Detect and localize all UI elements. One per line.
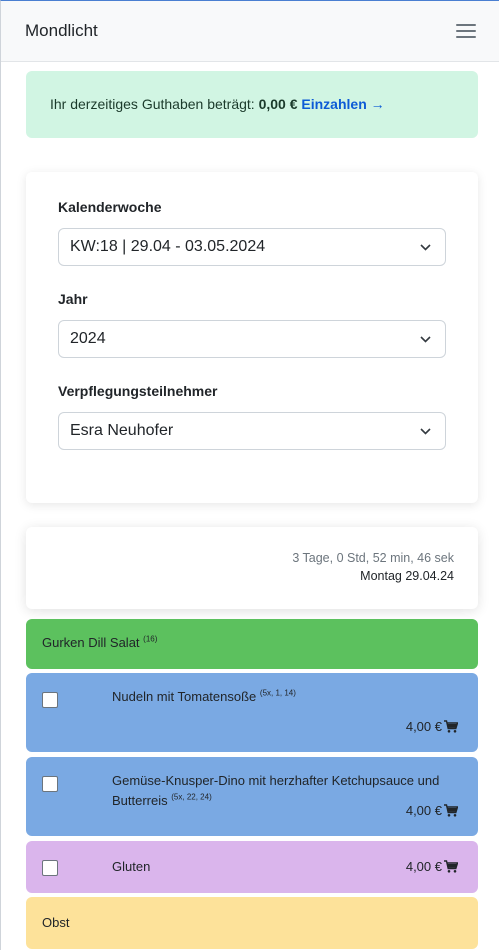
meal-card-dino[interactable]: Gemüse-Knusper-Dino mit herzhafter Ketch… (26, 757, 478, 836)
meal-name: Gurken Dill Salat (16) (42, 634, 158, 650)
year-select[interactable]: 2024 (58, 320, 446, 358)
week-select-value: KW:18 | 29.04 - 03.05.2024 (70, 238, 266, 255)
meal-name: Obst (42, 915, 70, 930)
meal-card-fruit: Obst (26, 897, 478, 949)
day-date: Montag 29.04.24 (360, 569, 454, 583)
balance-alert: Ihr derzeitiges Guthaben beträgt: 0,00 €… (26, 71, 478, 138)
chevron-down-icon (420, 336, 431, 343)
meal-card-gluten[interactable]: Gluten 4,00 € (26, 841, 478, 893)
deposit-link[interactable]: Einzahlen → (301, 96, 384, 112)
week-label: Kalenderwoche (58, 199, 162, 215)
participant-label: Verpflegungsteilnehmer (58, 383, 218, 399)
meal-name: Nudeln mit Tomatensoße (5x, 1, 14) (112, 688, 296, 704)
participant-select[interactable]: Esra Neuhofer (58, 412, 446, 450)
meal-checkbox[interactable] (42, 860, 58, 876)
chevron-down-icon (420, 428, 431, 435)
allergen-codes: (5x, 1, 14) (259, 688, 296, 698)
allergen-codes: (16) (143, 634, 158, 644)
navbar: Mondlicht (1, 1, 499, 62)
meal-price: 4,00 € (406, 803, 458, 818)
meal-price: 4,00 € (406, 719, 458, 734)
cart-icon[interactable] (444, 860, 458, 873)
participant-select-value: Esra Neuhofer (70, 422, 174, 439)
year-select-value: 2024 (70, 330, 106, 347)
allergen-codes: (5x, 22, 24) (171, 792, 212, 802)
year-label: Jahr (58, 291, 88, 307)
day-header: 3 Tage, 0 Std, 52 min, 46 sek Montag 29.… (26, 527, 478, 609)
balance-text: Ihr derzeitiges Guthaben beträgt: (50, 96, 255, 112)
meal-checkbox[interactable] (42, 776, 58, 792)
order-countdown: 3 Tage, 0 Std, 52 min, 46 sek (292, 551, 454, 565)
meal-card-pasta[interactable]: Nudeln mit Tomatensoße (5x, 1, 14) 4,00 … (26, 673, 478, 752)
brand-name[interactable]: Mondlicht (25, 21, 98, 41)
meal-card-salad: Gurken Dill Salat (16) (26, 619, 478, 669)
week-select[interactable]: KW:18 | 29.04 - 03.05.2024 (58, 228, 446, 266)
meal-checkbox[interactable] (42, 692, 58, 708)
cart-icon[interactable] (444, 804, 458, 817)
filter-form: Kalenderwoche KW:18 | 29.04 - 03.05.2024… (26, 172, 478, 503)
meal-price: 4,00 € (406, 859, 458, 874)
cart-icon[interactable] (444, 720, 458, 733)
balance-amount: 0,00 € (258, 96, 298, 112)
hamburger-icon[interactable] (456, 24, 476, 39)
chevron-down-icon (420, 244, 431, 251)
